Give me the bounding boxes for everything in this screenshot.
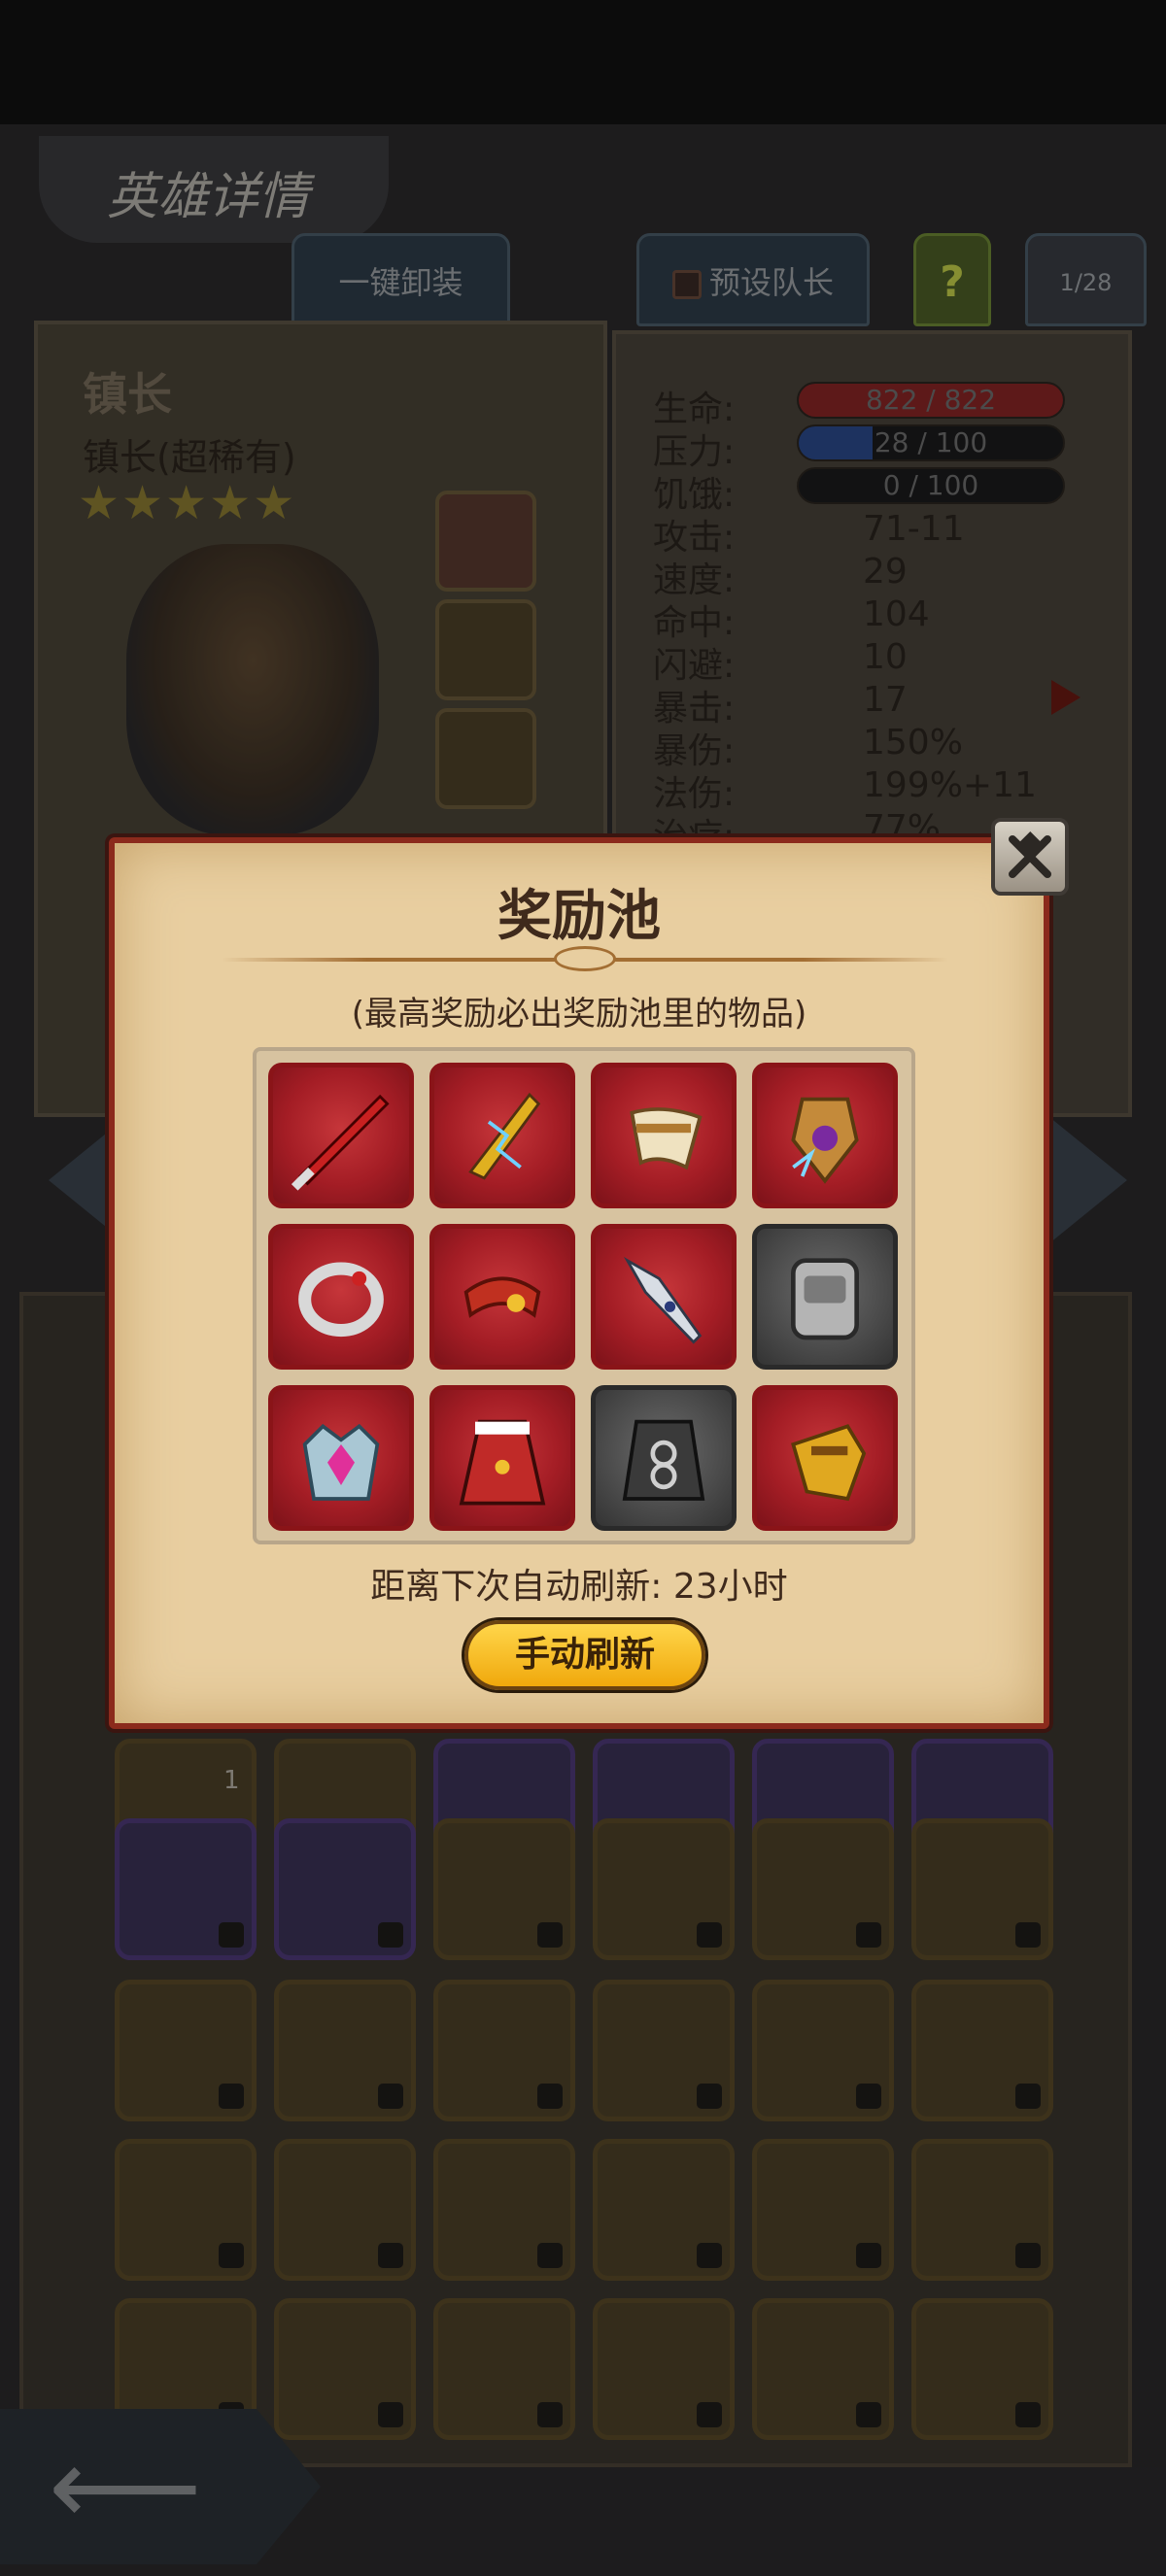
chain-armor-icon	[622, 1419, 705, 1501]
golden-gauntlet-icon	[791, 1424, 867, 1502]
reward-item[interactable]	[752, 1063, 898, 1208]
reward-grid	[253, 1047, 915, 1544]
reward-item[interactable]	[268, 1063, 414, 1208]
war-horn-icon	[630, 1107, 703, 1170]
close-button[interactable]	[991, 818, 1069, 896]
dialog-title: 奖励池	[497, 884, 661, 948]
divider-ornament	[554, 946, 616, 971]
reward-item[interactable]	[752, 1224, 898, 1370]
steel-spear-icon	[623, 1256, 703, 1344]
close-icon	[1009, 830, 1051, 878]
manual-refresh-button[interactable]: 手动刷新	[464, 1620, 705, 1690]
red-greatsword-icon	[291, 1094, 390, 1191]
reward-item[interactable]	[752, 1385, 898, 1531]
reward-item[interactable]	[429, 1385, 575, 1531]
reward-item[interactable]	[268, 1385, 414, 1531]
reward-item[interactable]	[268, 1224, 414, 1370]
lightning-dagger-icon	[468, 1092, 541, 1180]
jeweled-crown-icon	[302, 1423, 380, 1501]
refresh-countdown: 距离下次自动刷新: 23小时	[370, 1567, 788, 1607]
iron-bracer-icon	[791, 1258, 859, 1340]
reward-item[interactable]	[429, 1063, 575, 1208]
royal-robe-icon	[459, 1419, 546, 1506]
reward-item[interactable]	[591, 1224, 737, 1370]
reward-pool-dialog: 奖励池 (最高奖励必出奖励池里的物品) 距离下次自动刷新: 23小时 手动刷新	[109, 837, 1049, 1729]
reward-item[interactable]	[591, 1385, 737, 1531]
arcane-shield-icon	[791, 1097, 859, 1184]
dialog-subtitle: (最高奖励必出奖励池里的物品)	[351, 995, 807, 1034]
reward-item[interactable]	[591, 1063, 737, 1208]
red-headband-icon	[463, 1276, 541, 1318]
reward-item[interactable]	[429, 1224, 575, 1370]
silver-bracelet-icon	[298, 1262, 384, 1338]
